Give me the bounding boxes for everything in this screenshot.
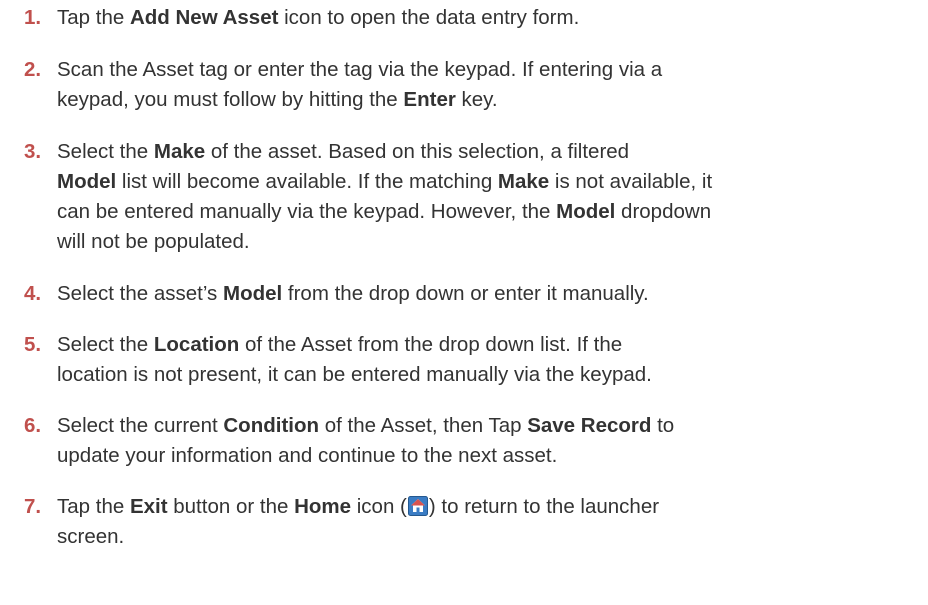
model-label: Model — [223, 282, 283, 305]
step-6: 6. Select the current Condition of the A… — [24, 411, 914, 471]
condition-label: Condition — [223, 414, 320, 437]
step-5: 5. Select the Location of the Asset from… — [24, 330, 914, 390]
step-text: Select the asset’s Model from the drop d… — [57, 282, 649, 305]
model-label: Model — [57, 170, 117, 193]
enter-key-label: Enter — [403, 88, 456, 111]
step-text: Select the current Condition of the Asse… — [57, 414, 675, 467]
step-4: 4. Select the asset’s Model from the dro… — [24, 279, 914, 309]
step-number: 2. — [24, 58, 42, 81]
home-label: Home — [294, 495, 352, 518]
step-text: Select the Make of the asset. Based on t… — [57, 140, 713, 253]
step-number: 4. — [24, 282, 42, 305]
exit-label: Exit — [129, 495, 168, 518]
step-text: Tap the Add New Asset icon to open the d… — [57, 6, 580, 29]
location-label: Location — [153, 333, 240, 356]
step-text: Select the Location of the Asset from th… — [57, 333, 652, 386]
step-number: 7. — [24, 495, 42, 518]
step-number: 6. — [24, 414, 42, 437]
add-new-asset-label: Add New Asset — [129, 6, 279, 29]
step-text: Tap the Exit button or the Home icon ( )… — [57, 495, 660, 548]
step-number: 3. — [24, 140, 42, 163]
model-label: Model — [556, 200, 616, 223]
make-label: Make — [153, 140, 206, 163]
step-text: Scan the Asset tag or enter the tag via … — [57, 58, 663, 111]
step-7: 7. Tap the Exit button or the Home icon … — [24, 492, 914, 552]
make-label: Make — [497, 170, 550, 193]
step-1: 1. Tap the Add New Asset icon to open th… — [24, 3, 914, 33]
step-number: 5. — [24, 333, 42, 356]
instruction-list: 1. Tap the Add New Asset icon to open th… — [24, 0, 914, 552]
step-number: 1. — [24, 6, 42, 29]
save-record-label: Save Record — [527, 414, 652, 437]
step-3: 3. Select the Make of the asset. Based o… — [24, 137, 914, 257]
step-2: 2. Scan the Asset tag or enter the tag v… — [24, 55, 914, 115]
home-icon — [407, 496, 428, 516]
